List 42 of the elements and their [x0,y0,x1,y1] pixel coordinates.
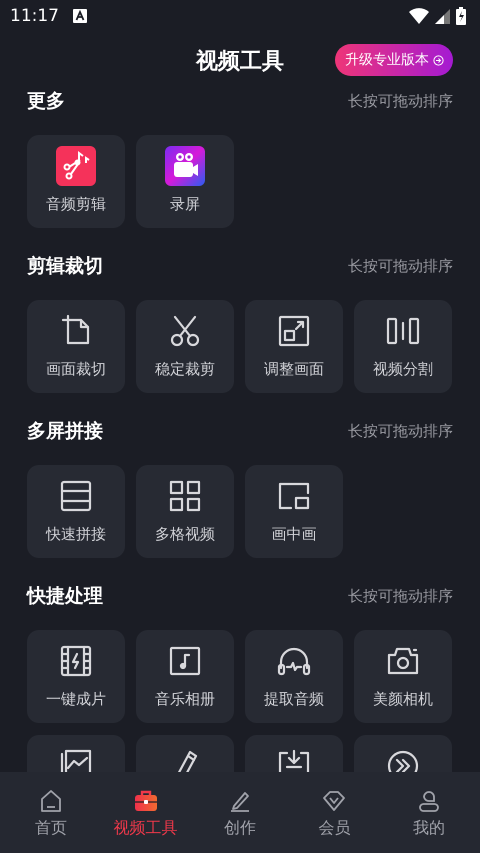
tool-card[interactable]: 稳定裁剪 [136,300,234,393]
clock-text: 11:17 [10,6,59,26]
tool-label: 音乐相册 [155,690,215,709]
tool-card[interactable]: 多格视频 [136,465,234,558]
tool-card[interactable]: 美颜相机 [354,630,452,723]
nav-tab[interactable]: 创作 [192,772,288,853]
nav-tab[interactable]: 视频工具 [98,772,193,853]
tool-card[interactable]: 音频剪辑 [27,135,125,228]
tool-card[interactable]: 画面裁切 [27,300,125,393]
tool-label: 录屏 [170,195,200,214]
tool-label: 美颜相机 [373,690,433,709]
nav-tab[interactable]: 首页 [4,772,98,853]
tool-label: 画中画 [272,525,316,544]
tool-label: 稳定裁剪 [155,360,215,379]
tool-card[interactable]: 提取音频 [245,630,343,723]
sort-hint: 长按可拖动排序 [348,422,453,440]
tool-card[interactable]: 视频分割 [354,300,452,393]
section-title: 快捷处理 [27,584,103,609]
sort-hint: 长按可拖动排序 [348,586,453,606]
section-title: 更多 [27,89,65,114]
tool-card[interactable]: 调整画面 [245,300,343,393]
tool-label: 快速拼接 [46,525,106,544]
tool-label: 提取音频 [264,690,324,709]
nav-tab[interactable]: 我的 [382,772,476,853]
tool-card[interactable]: 画中画 [245,465,343,558]
tool-label: 音频剪辑 [46,195,106,214]
tool-label: 多格视频 [155,525,215,544]
tool-label: 调整画面 [264,360,324,379]
page-title: 视频工具 [194,48,285,76]
tool-label: 画面裁切 [46,360,106,379]
tool-label: 视频分割 [373,360,433,379]
tool-card[interactable]: 音乐相册 [136,630,234,723]
upgrade-button[interactable]: 升级专业版本 [335,44,453,76]
nav-tab[interactable]: 会员 [287,772,382,853]
section-title: 剪辑裁切 [27,254,103,279]
tool-card[interactable]: 快速拼接 [27,465,125,558]
sort-hint: 长按可拖动排序 [348,92,453,110]
tool-label: 一键成片 [46,690,106,709]
tool-card[interactable]: 录屏 [136,135,234,228]
section-title: 多屏拼接 [27,419,103,444]
sort-hint: 长按可拖动排序 [348,256,453,276]
tool-card[interactable]: 一键成片 [27,630,125,723]
